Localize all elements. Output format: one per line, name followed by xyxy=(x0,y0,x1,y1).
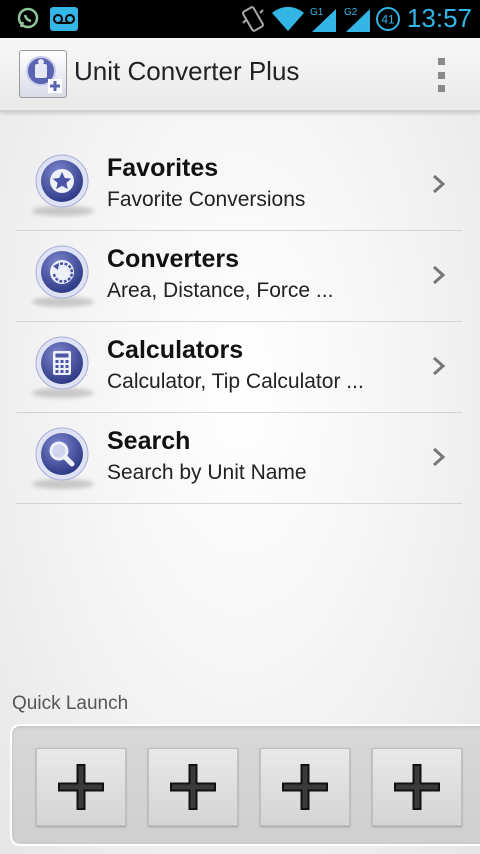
add-icon xyxy=(58,764,104,810)
quick-launch-slot-4[interactable] xyxy=(372,748,462,826)
calculator-icon xyxy=(35,336,89,390)
menu-item-subtitle: Search by Unit Name xyxy=(107,461,307,484)
voicemail-icon xyxy=(50,7,78,31)
menu-item-title: Search xyxy=(107,427,191,455)
menu-item-favorites[interactable]: Favorites Favorite Conversions xyxy=(16,140,462,231)
star-icon xyxy=(35,154,89,208)
quick-launch-slot-2[interactable] xyxy=(148,748,238,826)
whatsapp-icon xyxy=(17,7,39,29)
menu-item-converters[interactable]: Converters Area, Distance, Force ... xyxy=(16,231,462,322)
signal-sim1-icon: G1 xyxy=(310,7,336,32)
chevron-right-icon xyxy=(433,265,446,285)
svg-text:41: 41 xyxy=(381,13,395,27)
battery-icon: 41 xyxy=(376,7,400,31)
app-title: Unit Converter Plus xyxy=(74,56,300,86)
menu-item-title: Calculators xyxy=(107,336,244,364)
menu-item-subtitle: Area, Distance, Force ... xyxy=(107,279,334,302)
chevron-right-icon xyxy=(433,356,446,376)
action-bar: Unit Converter Plus xyxy=(0,38,480,112)
svg-text:G2: G2 xyxy=(344,7,358,18)
svg-text:G1: G1 xyxy=(310,7,324,18)
app-icon[interactable] xyxy=(19,50,67,98)
menu-item-search[interactable]: Search Search by Unit Name xyxy=(16,413,462,504)
vibrate-icon xyxy=(242,6,264,32)
chevron-right-icon xyxy=(433,174,446,194)
menu-item-subtitle: Favorite Conversions xyxy=(107,188,306,211)
menu-item-subtitle: Calculator, Tip Calculator ... xyxy=(107,370,364,393)
status-bar: G1 G2 41 13:57 xyxy=(0,0,480,38)
clock: 13:57 xyxy=(406,3,472,33)
converter-cycle-icon xyxy=(35,245,89,299)
main-menu: Favorites Favorite Conversions Converter… xyxy=(16,140,462,504)
quick-launch-panel xyxy=(10,724,480,846)
menu-item-title: Favorites xyxy=(107,154,219,182)
overflow-menu-icon[interactable] xyxy=(436,58,446,92)
add-icon xyxy=(170,764,216,810)
add-icon xyxy=(394,764,440,810)
quick-launch-slot-1[interactable] xyxy=(36,748,126,826)
wifi-icon xyxy=(272,6,304,31)
search-icon xyxy=(35,427,89,481)
menu-item-title: Converters xyxy=(107,245,239,273)
chevron-right-icon xyxy=(433,447,446,467)
menu-item-calculators[interactable]: Calculators Calculator, Tip Calculator .… xyxy=(16,322,462,413)
signal-sim2-icon: G2 xyxy=(344,7,370,32)
quick-launch-slot-3[interactable] xyxy=(260,748,350,826)
add-icon xyxy=(282,764,328,810)
quick-launch-label: Quick Launch xyxy=(12,693,129,714)
